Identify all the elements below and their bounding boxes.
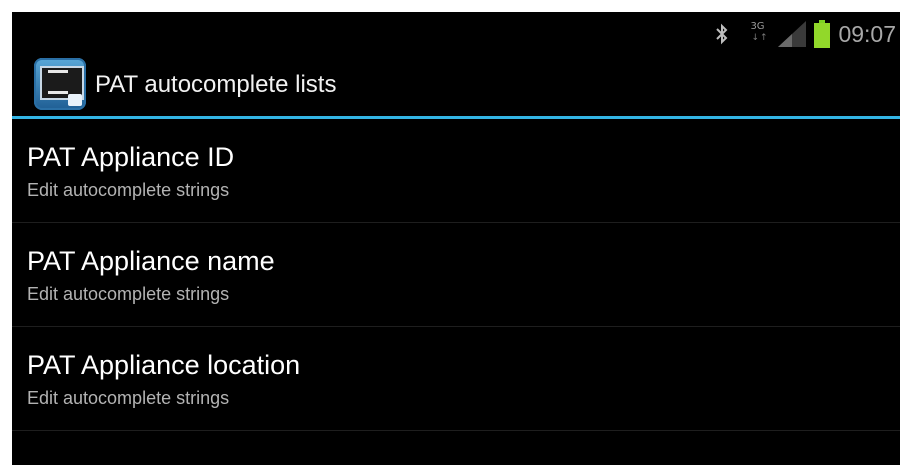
status-icons: 3G ↓↑ 09:07 [714,20,896,48]
phone-screen: 3G ↓↑ 09:07 PAT autocomplete lists PAT A… [12,12,900,465]
status-bar: 3G ↓↑ 09:07 [12,12,900,54]
app-logo-icon[interactable] [34,58,86,110]
preference-list: PAT Appliance ID Edit autocomplete strin… [12,119,900,431]
bluetooth-icon [716,23,728,45]
pref-title: PAT Appliance ID [27,142,235,172]
pref-summary: Edit autocomplete strings [27,180,230,200]
signal-icon [778,21,807,47]
network-type-label: 3G [750,21,765,32]
network-3g-icon: 3G ↓↑ [748,21,768,47]
pref-item-appliance-location[interactable]: PAT Appliance location Edit autocomplete… [12,327,900,431]
data-activity-arrows: ↓↑ [751,33,769,43]
page-title: PAT autocomplete lists [95,71,337,98]
battery-icon [814,20,831,48]
pref-title: PAT Appliance location [27,350,301,380]
pref-summary: Edit autocomplete strings [27,284,230,304]
pref-item-appliance-id[interactable]: PAT Appliance ID Edit autocomplete strin… [12,119,900,223]
status-clock: 09:07 [838,21,896,47]
pref-title: PAT Appliance name [27,246,275,276]
pref-summary: Edit autocomplete strings [27,388,230,408]
pref-item-appliance-name[interactable]: PAT Appliance name Edit autocomplete str… [12,223,900,327]
action-bar: PAT autocomplete lists [12,54,900,116]
